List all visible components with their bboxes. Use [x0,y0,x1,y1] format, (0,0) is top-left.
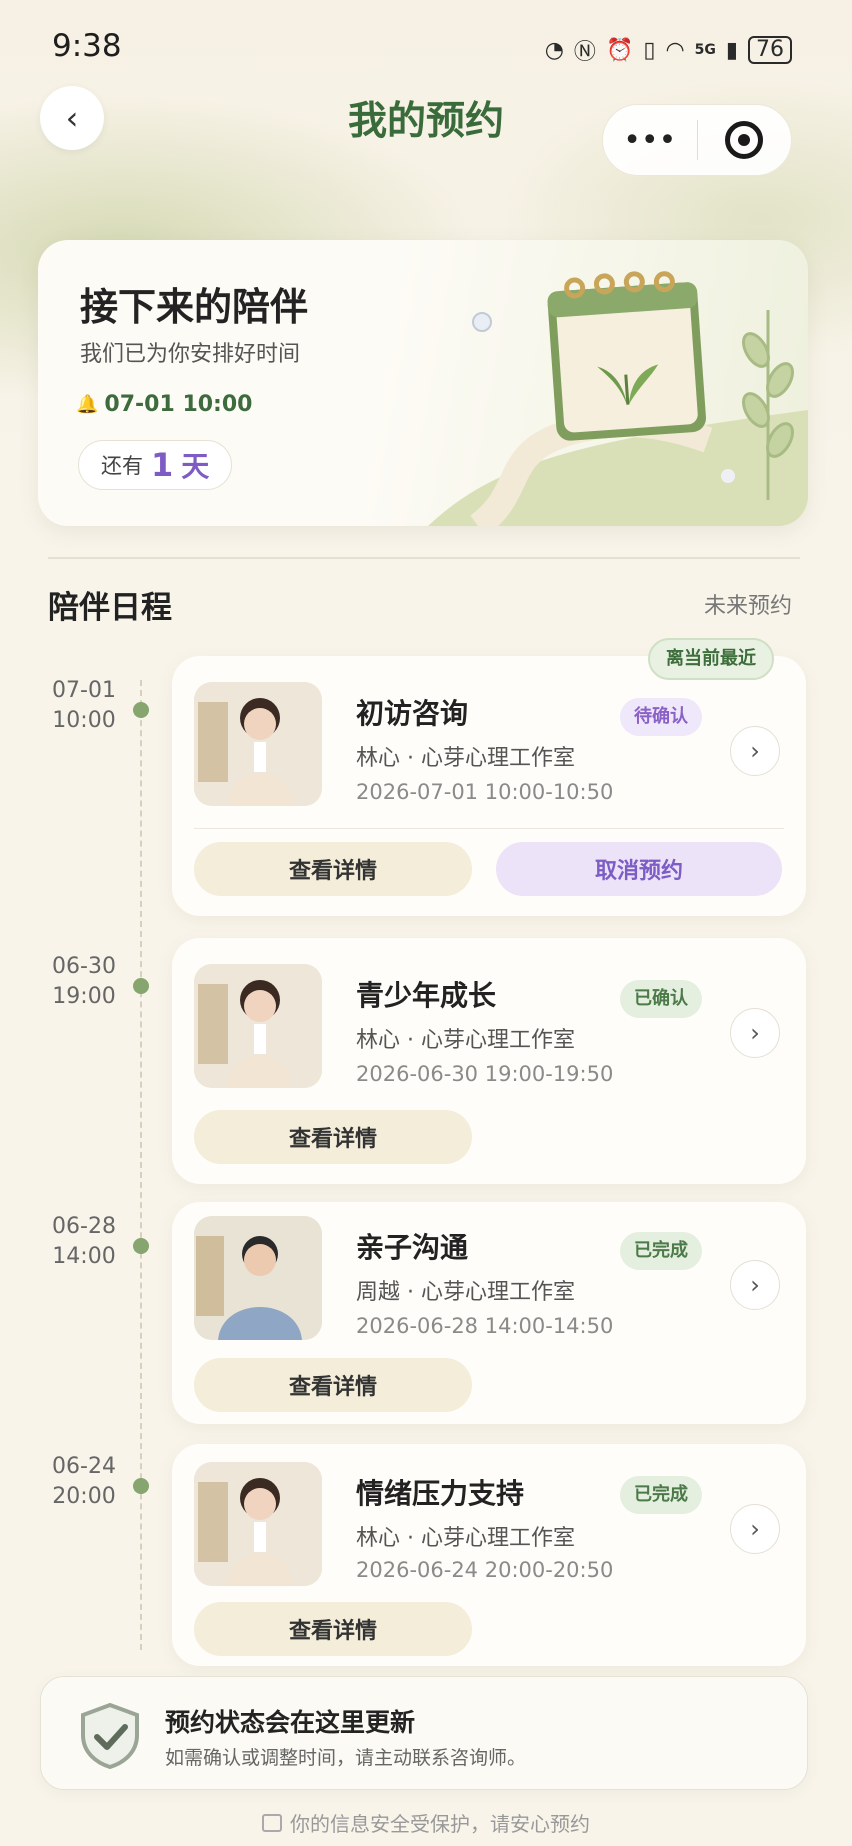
speed-icon: ◔ [544,37,564,63]
target-icon [725,121,764,159]
appointment-card[interactable]: 亲子沟通 周越 · 心芽心理工作室 2026-06-28 14:00-14:50… [172,1202,806,1424]
appointment-time: 2026-06-30 19:00-19:50 [356,1062,614,1086]
next-time-value: 07-01 10:00 [104,392,253,417]
counselor-avatar [194,964,322,1088]
appointment-title: 情绪压力支持 [356,1477,525,1510]
upcoming-card[interactable]: 接下来的陪伴 我们已为你安排好时间 🔔 07-01 10:00 还有 1 天 [38,240,808,526]
chevron-right-icon[interactable]: › [730,1504,780,1554]
timeline-dot [133,1478,149,1494]
counselor-avatar [194,1216,322,1340]
appointment-card[interactable]: 情绪压力支持 林心 · 心芽心理工作室 2026-06-24 20:00-20:… [172,1444,806,1666]
section-divider [48,557,800,559]
next-appointment-time: 🔔 07-01 10:00 [76,392,252,417]
timeline-hour: 19:00 [52,984,116,1009]
appointment-card[interactable]: 初访咨询 林心 · 心芽心理工作室 2026-07-01 10:00-10:50… [172,656,806,916]
future-appointments-link[interactable]: 未来预约 [704,588,792,620]
calendar-lock-icon [262,1813,282,1832]
nearest-tag: 离当前最近 [648,638,774,680]
cancel-appointment-button[interactable]: 取消预约 [496,842,782,896]
counselor-name: 林心 · 心芽心理工作室 [356,1526,575,1551]
view-details-button[interactable]: 查看详情 [194,1358,472,1412]
hero-subtitle: 我们已为你安排好时间 [80,342,301,367]
chevron-right-icon[interactable]: › [730,1260,780,1310]
view-details-button[interactable]: 查看详情 [194,842,472,896]
timeline-date: 06-24 20:00 [40,1452,128,1512]
countdown-pill: 还有 1 天 [78,440,233,490]
notice-title: 预约状态会在这里更新 [165,1708,416,1737]
countdown-unit: 天 [181,450,210,483]
status-badge: 已确认 [620,980,702,1018]
timeline-date: 06-28 14:00 [40,1212,128,1272]
countdown-prefix: 还有 [101,454,143,478]
appointment-time: 2026-07-01 10:00-10:50 [356,780,614,804]
status-icons: ◔ Ⓝ ⏰ ▯ ◠ 5G ▮ 76 [545,34,792,66]
more-button[interactable]: ••• [603,123,697,158]
nfc-icon: Ⓝ [573,40,596,65]
timeline-hour: 10:00 [52,708,116,733]
appointment-time: 2026-06-24 20:00-20:50 [356,1558,614,1582]
timeline-day: 06-30 [52,954,116,979]
calendar-illustration [428,271,808,526]
security-footer: 你的信息安全受保护，请安心预约 [0,1808,852,1837]
timeline-day: 06-28 [52,1214,116,1239]
countdown-number: 1 [151,446,174,484]
status-badge: 已完成 [620,1232,702,1270]
chevron-right-icon[interactable]: › [730,726,780,776]
view-details-button[interactable]: 查看详情 [194,1602,472,1656]
view-details-button[interactable]: 查看详情 [194,1110,472,1164]
schedule-title: 陪伴日程 [48,590,172,626]
battery-indicator: 76 [748,36,792,64]
shield-check-icon [81,1702,139,1770]
status-notice: 预约状态会在这里更新 如需确认或调整时间，请主动联系咨询师。 [40,1676,808,1790]
timeline-day: 06-24 [52,1454,116,1479]
counselor-avatar [194,1462,322,1586]
counselor-name: 林心 · 心芽心理工作室 [356,1028,575,1053]
chevron-right-icon[interactable]: › [730,1008,780,1058]
status-time: 9:38 [52,28,122,64]
timeline-hour: 20:00 [52,1484,116,1509]
timeline-date: 07-01 10:00 [40,676,128,736]
timeline-line [140,680,142,1650]
notice-subtitle: 如需确认或调整时间，请主动联系咨询师。 [165,1747,527,1769]
network-label: 5G [694,42,716,58]
hero-title: 接下来的陪伴 [80,285,309,329]
appointment-title: 青少年成长 [356,979,497,1012]
more-dots-icon: ••• [623,122,677,158]
status-badge: 待确认 [620,698,702,736]
appointment-title: 亲子沟通 [356,1231,469,1264]
counselor-avatar [194,682,322,806]
signal-icon: ▮ [725,37,738,63]
timeline-hour: 14:00 [52,1244,116,1269]
card-divider [194,828,784,829]
counselor-name: 周越 · 心芽心理工作室 [356,1280,575,1305]
appointment-time: 2026-06-28 14:00-14:50 [356,1314,614,1338]
timeline-dot [133,978,149,994]
security-text: 你的信息安全受保护，请安心预约 [290,1812,590,1836]
alarm-icon: ⏰ [605,37,634,63]
bell-icon: 🔔 [76,394,99,415]
vibrate-icon: ▯ [643,37,656,63]
close-miniprogram-button[interactable] [698,121,792,159]
appointment-title: 初访咨询 [356,697,469,730]
counselor-name: 林心 · 心芽心理工作室 [356,746,575,771]
status-badge: 已完成 [620,1476,702,1514]
timeline-day: 07-01 [52,678,116,703]
timeline-dot [133,1238,149,1254]
appointment-card[interactable]: 青少年成长 林心 · 心芽心理工作室 2026-06-30 19:00-19:5… [172,938,806,1184]
timeline-date: 06-30 19:00 [40,952,128,1012]
timeline-dot [133,702,149,718]
mini-program-capsule: ••• [602,104,792,176]
wifi-icon: ◠ [665,37,685,63]
